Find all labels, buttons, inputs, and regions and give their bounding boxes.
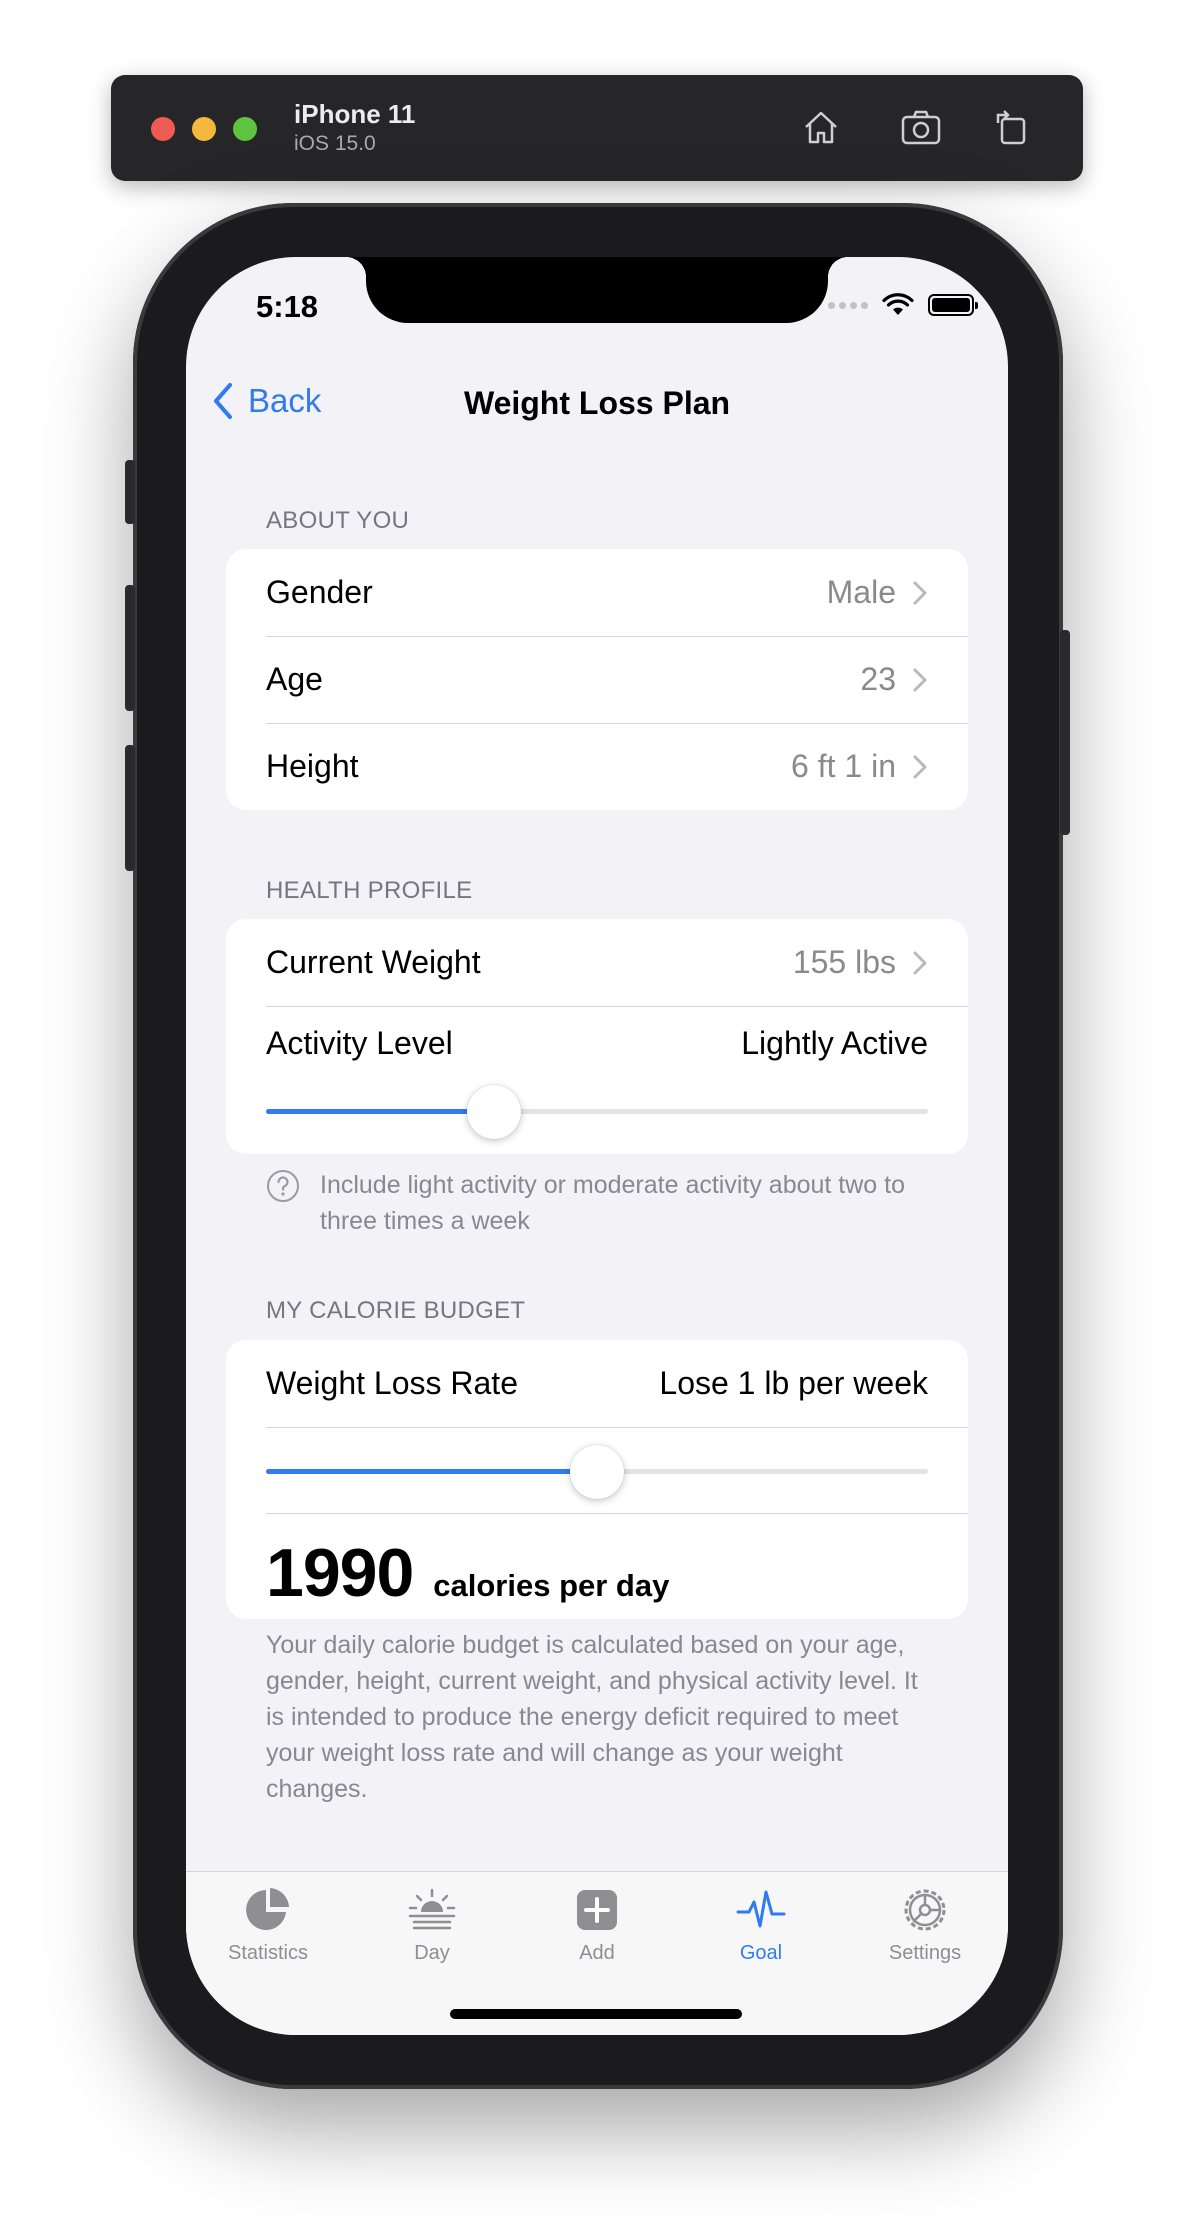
row-label: Weight Loss Rate <box>266 1365 518 1401</box>
section-header-about-you: ABOUT YOU <box>266 507 410 534</box>
chevron-right-icon <box>913 951 927 974</box>
question-circle-icon <box>267 1170 299 1202</box>
current-weight-row[interactable]: Current Weight 155 lbs <box>226 919 968 1006</box>
height-row[interactable]: Height 6 ft 1 in <box>226 723 968 810</box>
tab-settings[interactable]: Settings <box>855 1884 995 1965</box>
weight-loss-rate-slider[interactable] <box>266 1427 968 1514</box>
battery-icon <box>928 294 978 316</box>
volume-down-button <box>125 745 135 871</box>
slider-track <box>266 1445 928 1499</box>
silent-switch <box>125 460 135 524</box>
plus-square-icon <box>577 1890 617 1930</box>
status-time: 5:18 <box>256 289 319 324</box>
health-profile-group: Current Weight 155 lbs Activity Level Li… <box>226 919 968 1154</box>
slider-track <box>266 1085 928 1139</box>
row-label: Gender <box>266 574 373 610</box>
screenshot-icon[interactable] <box>896 103 946 153</box>
slider-fill <box>266 1109 495 1114</box>
activity-help-note: Include light activity or moderate activ… <box>266 1167 920 1239</box>
tab-bar: Statistics Day Add Goal Settings <box>186 1871 1008 2035</box>
row-value: 23 <box>860 661 896 697</box>
chevron-right-icon <box>913 755 927 778</box>
heartbeat-icon <box>736 1890 786 1928</box>
tab-statistics[interactable]: Statistics <box>198 1884 338 1965</box>
notch <box>346 257 848 323</box>
calorie-budget-group: Weight Loss Rate Lose 1 lb per week 1990… <box>226 1340 968 1619</box>
tab-label: Settings <box>888 1942 962 1964</box>
gear-icon <box>904 1889 946 1931</box>
row-value: Male <box>826 574 896 610</box>
slider-thumb[interactable] <box>467 1085 522 1139</box>
slider-thumb[interactable] <box>570 1445 624 1499</box>
row-label: Height <box>266 748 359 784</box>
tab-goal[interactable]: Goal <box>691 1884 831 1965</box>
calories-unit: calories per day <box>433 1568 670 1603</box>
weight-loss-rate-row: Weight Loss Rate Lose 1 lb per week <box>226 1340 968 1427</box>
tab-label: Add <box>579 1942 615 1964</box>
rotate-icon[interactable] <box>986 103 1036 153</box>
tab-label: Statistics <box>227 1942 309 1964</box>
simulator-toolbar: iPhone 11 iOS 15.0 <box>111 75 1083 181</box>
about-you-group: Gender Male Age 23 Height 6 ft 1 in <box>226 549 968 810</box>
home-indicator <box>450 2009 742 2019</box>
row-label: Current Weight <box>266 944 481 980</box>
help-text: Include light activity or moderate activ… <box>320 1171 906 1235</box>
close-window-button[interactable] <box>151 117 175 141</box>
row-value: 155 lbs <box>792 944 896 980</box>
row-label: Activity Level <box>266 1024 453 1061</box>
slider-fill <box>266 1469 597 1474</box>
calories-value: 1990 <box>266 1535 414 1611</box>
sunrise-icon <box>408 1888 456 1930</box>
row-label: Age <box>266 661 323 697</box>
navigation-bar: Back Weight Loss Plan <box>186 367 1008 443</box>
calorie-budget-footnote: Your daily calorie budget is calculated … <box>266 1631 918 1803</box>
row-value: 6 ft 1 in <box>791 748 896 784</box>
volume-up-button <box>125 585 135 711</box>
section-header-health-profile: HEALTH PROFILE <box>266 877 473 904</box>
page-title: Weight Loss Plan <box>463 385 731 421</box>
cellular-icon <box>828 301 868 309</box>
os-version: iOS 15.0 <box>294 132 376 155</box>
section-header-calorie-budget: MY CALORIE BUDGET <box>266 1297 526 1324</box>
calorie-budget-display: 1990 calories per day <box>226 1514 968 1619</box>
gender-row[interactable]: Gender Male <box>226 549 968 636</box>
home-icon[interactable] <box>796 103 846 153</box>
app-screen: 5:18 Back Weight Loss Plan ABOUT YOU Gen… <box>186 257 1008 2035</box>
wifi-icon <box>882 293 914 315</box>
zoom-window-button[interactable] <box>233 117 257 141</box>
device-name: iPhone 11 <box>294 99 416 129</box>
row-value: Lightly Active <box>741 1024 928 1061</box>
tab-day[interactable]: Day <box>362 1884 502 1965</box>
activity-level-row: Activity Level Lightly Active <box>226 1006 968 1072</box>
age-row[interactable]: Age 23 <box>226 636 968 723</box>
row-value: Lose 1 lb per week <box>659 1365 928 1401</box>
status-icons <box>828 293 978 317</box>
tab-add[interactable]: Add <box>527 1884 667 1965</box>
minimize-window-button[interactable] <box>192 117 216 141</box>
activity-level-slider[interactable] <box>226 1072 968 1154</box>
tab-label: Goal <box>739 1942 783 1964</box>
chevron-right-icon <box>913 668 927 691</box>
power-button <box>1060 630 1070 835</box>
tab-label: Day <box>414 1942 450 1964</box>
pie-chart-icon <box>246 1888 289 1930</box>
chevron-right-icon <box>913 581 927 604</box>
